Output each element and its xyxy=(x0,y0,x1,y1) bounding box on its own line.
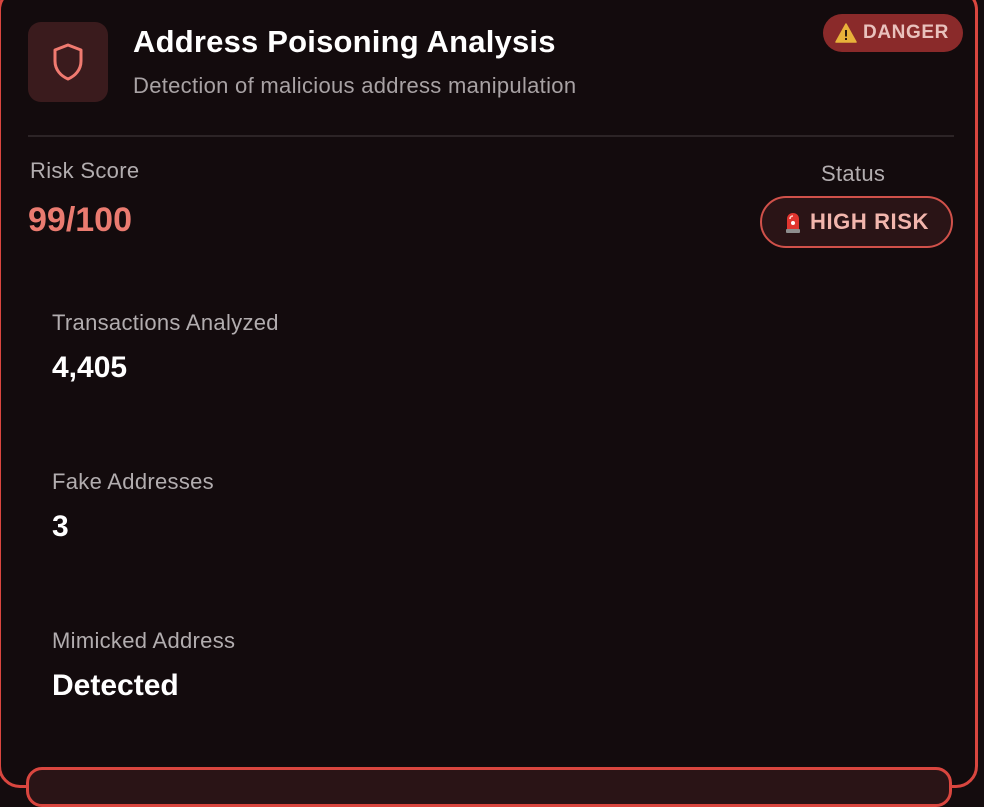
header-divider xyxy=(28,135,954,137)
shield-icon-container xyxy=(28,22,108,102)
fake-addresses-label: Fake Addresses xyxy=(52,469,214,494)
alarm-icon xyxy=(785,213,800,233)
danger-badge: DANGER xyxy=(823,14,963,52)
shield-icon xyxy=(53,43,83,81)
warning-icon xyxy=(835,23,857,43)
transactions-analyzed-value: 4,405 xyxy=(52,351,128,384)
card-title: Address Poisoning Analysis xyxy=(133,24,556,59)
mimicked-address-label: Mimicked Address xyxy=(52,628,236,653)
risk-score-value: 99/100 xyxy=(28,201,132,239)
fake-addresses-value: 3 xyxy=(52,510,69,543)
status-pill: HIGH RISK xyxy=(760,196,953,248)
mimicked-address-value: Detected xyxy=(52,669,179,702)
bottom-panel xyxy=(26,767,952,807)
danger-badge-label: DANGER xyxy=(863,22,949,43)
risk-score-label: Risk Score xyxy=(30,158,140,183)
status-value: HIGH RISK xyxy=(809,209,930,234)
address-poisoning-card: Address Poisoning Analysis Detection of … xyxy=(0,0,978,807)
card-subtitle: Detection of malicious address manipulat… xyxy=(133,73,577,98)
transactions-analyzed-label: Transactions Analyzed xyxy=(52,310,279,335)
status-label: Status xyxy=(821,161,886,186)
